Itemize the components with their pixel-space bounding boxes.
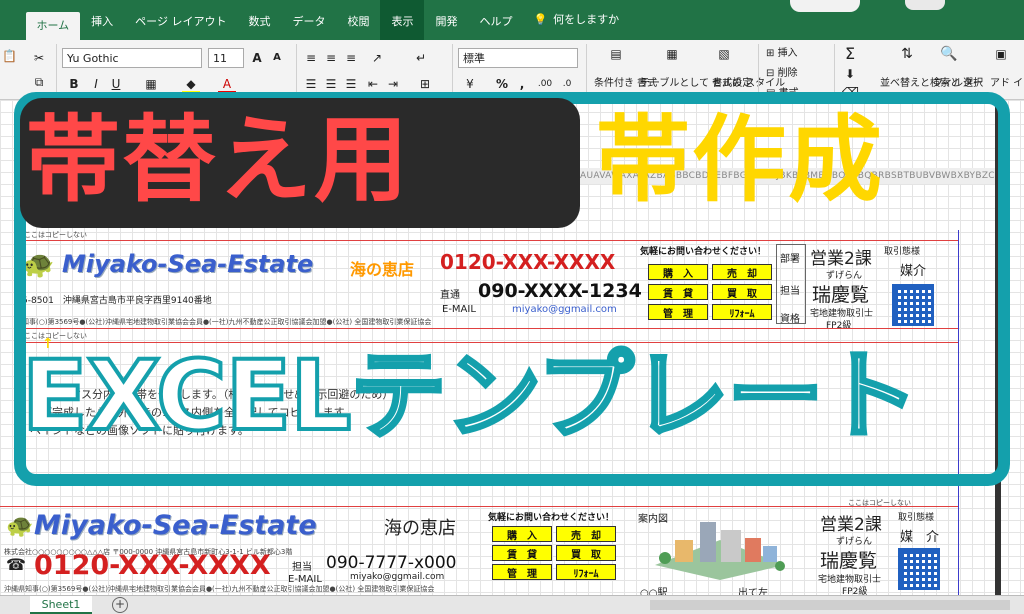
currency-icon[interactable]: ¥ [460, 74, 480, 94]
decorative-blob [790, 0, 860, 12]
horizontal-scrollbar[interactable] [650, 600, 1010, 610]
addin-icon[interactable]: ▣ [990, 44, 1012, 64]
card2-contact: 気軽にお問い合わせください！ [488, 513, 615, 523]
tab-page-layout[interactable]: ページ レイアウト [124, 0, 237, 40]
service-manage: 管 理 [492, 564, 552, 580]
decrease-decimal-icon[interactable]: .0 [558, 74, 576, 94]
service-buy: 購 入 [492, 526, 552, 542]
tab-home[interactable]: ホーム [25, 12, 81, 40]
card2-brand: Miyako-Sea-Estate [34, 510, 317, 541]
city-map-illustration [655, 522, 785, 580]
font-color-icon[interactable]: A [218, 74, 236, 94]
align-middle-icon[interactable]: ≡ [322, 48, 340, 68]
number-format-box[interactable]: 標準 [458, 48, 578, 68]
align-center-icon[interactable]: ☰ [322, 74, 340, 94]
divider [56, 44, 57, 96]
border-icon[interactable]: ▦ [142, 74, 160, 94]
card2-mobile: 090-7777-x000 [326, 553, 457, 573]
card2-type: 媒 介 [900, 530, 940, 545]
align-right-icon[interactable]: ☰ [342, 74, 360, 94]
phone-icon: ☎ [6, 555, 26, 574]
italic-button[interactable]: I [88, 74, 104, 94]
align-bottom-icon[interactable]: ≡ [342, 48, 360, 68]
add-sheet-icon[interactable]: + [112, 597, 128, 613]
ribbon-home: 📋 ✂ ⧉ Yu Gothic 11 A A B I U ▦ ◆ A ≡ ≡ ≡… [0, 40, 1024, 100]
card2-email: miyako@ggmail.com [350, 572, 445, 582]
sheet-tab[interactable]: Sheet1 [30, 596, 92, 614]
sheet-tab-bar: Sheet1 + [0, 595, 1024, 614]
service-sell: 売 却 [556, 526, 616, 542]
card2-type-label: 取引態様 [898, 513, 935, 523]
conditional-format-icon[interactable]: ▤ [604, 44, 628, 72]
card2-license: 沖縄県知事(○)第3569号●(公社)沖縄県宅地建物取引業協会会員●(一社)九州… [4, 585, 435, 593]
align-top-icon[interactable]: ≡ [302, 48, 320, 68]
cell-style-icon[interactable]: ▧ [712, 44, 736, 72]
percent-icon[interactable]: % [494, 74, 510, 94]
card2-shop: 海の恵店 [384, 518, 456, 539]
file-tab-stub[interactable] [0, 0, 26, 40]
fill-color-icon[interactable]: ◆ [182, 74, 200, 94]
excel-window: ホーム 挿入 ページ レイアウト 数式 データ 校閲 表示 開発 ヘルプ 💡 何… [0, 0, 1024, 614]
font-name-box[interactable]: Yu Gothic [62, 48, 202, 68]
title-excel-template: EXCELテンプレート [20, 338, 920, 454]
bold-button[interactable]: B [66, 74, 82, 94]
find-select-label[interactable]: 検索と 選択 [930, 74, 983, 89]
card2-staff-label: 担当 [292, 562, 312, 573]
tell-me-search[interactable]: 💡 何をしますか [523, 0, 629, 40]
decorative-blob [905, 0, 945, 10]
card2-dept: 営業2課 [820, 515, 882, 535]
divider [758, 44, 759, 96]
cut-icon[interactable]: ✂ [32, 48, 46, 68]
comma-icon[interactable]: , [514, 74, 530, 94]
paste-icon[interactable]: 📋 [2, 46, 17, 66]
increase-font-icon[interactable]: A [248, 48, 266, 68]
title-red-text: 帯替え用 [26, 106, 411, 215]
tab-help[interactable]: ヘルプ [468, 0, 523, 40]
sort-filter-icon[interactable]: ⇅ [896, 44, 918, 64]
copy-icon[interactable]: ⧉ [32, 72, 46, 92]
outdent-icon[interactable]: ⇤ [364, 74, 382, 94]
increase-decimal-icon[interactable]: .00 [536, 74, 554, 94]
tab-review[interactable]: 校閲 [336, 0, 380, 40]
title-yellow-text: 帯作成 [596, 106, 885, 215]
autosum-icon[interactable]: Σ [842, 44, 858, 64]
turtle-logo-icon: 🐢 [6, 514, 34, 539]
find-icon[interactable]: 🔍 [938, 44, 960, 64]
align-left-icon[interactable]: ☰ [302, 74, 320, 94]
tell-me-text: 何をしますか [553, 13, 620, 26]
divider [296, 44, 297, 96]
red-guide-line [0, 506, 958, 507]
lightbulb-icon: 💡 [533, 13, 548, 26]
fill-icon[interactable]: ⬇ [842, 64, 858, 84]
qr-code-icon [898, 548, 940, 590]
addin-label[interactable]: アド イン [990, 74, 1024, 89]
wrap-text-icon[interactable]: ↵ [412, 48, 430, 68]
tab-insert[interactable]: 挿入 [80, 0, 124, 40]
tab-formulas[interactable]: 数式 [237, 0, 281, 40]
service-purchase: 買 取 [556, 545, 616, 561]
table-format-icon[interactable]: ▦ [660, 44, 684, 72]
divider [452, 44, 453, 96]
ribbon-tab-bar: ホーム 挿入 ページ レイアウト 数式 データ 校閲 表示 開発 ヘルプ 💡 何… [0, 0, 1024, 40]
tab-developer[interactable]: 開発 [424, 0, 468, 40]
font-size-box[interactable]: 11 [208, 48, 244, 68]
service-rent: 賃 貸 [492, 545, 552, 561]
delete-cells-button[interactable]: ⊟ 削除 [766, 64, 798, 79]
tab-view[interactable]: 表示 [380, 0, 425, 40]
divider [834, 44, 835, 96]
indent-icon[interactable]: ⇥ [384, 74, 402, 94]
insert-cells-button[interactable]: ⊞ 挿入 [766, 44, 798, 59]
card2-phone: 0120-XXX-XXXX [34, 550, 271, 581]
tab-data[interactable]: データ [281, 0, 336, 40]
card2-staff: 瑞慶覧 [820, 550, 878, 572]
decrease-font-icon[interactable]: A [268, 48, 286, 68]
divider [586, 44, 587, 96]
service-reform: ﾘﾌｫｰﾑ [556, 564, 616, 580]
merge-icon[interactable]: ⊞ [414, 74, 436, 94]
underline-button[interactable]: U [108, 74, 124, 94]
orientation-icon[interactable]: ↗ [366, 48, 388, 68]
